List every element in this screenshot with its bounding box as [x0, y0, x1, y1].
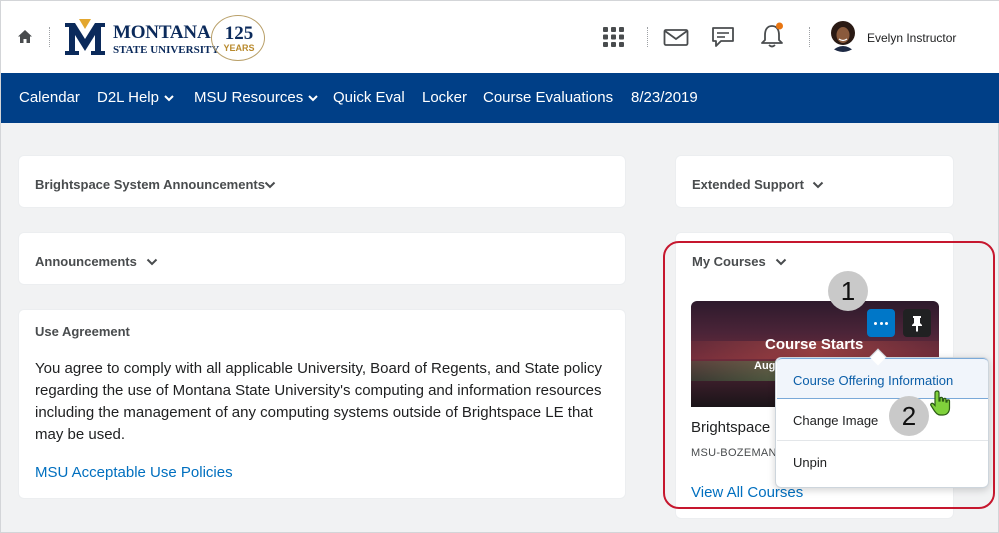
nav-label: Locker — [422, 89, 468, 106]
msu-m-logo-icon — [65, 19, 105, 55]
anniversary-word: YEARS — [223, 43, 255, 53]
annotation-highlight — [663, 241, 995, 509]
widget-announcements: Announcements — [18, 232, 626, 285]
widget-title[interactable]: Brightspace System Announcements — [35, 177, 265, 192]
nav-calendar[interactable]: Calendar — [19, 89, 80, 106]
top-header: MONTANA STATE UNIVERSITY 125 YEARS Evely… — [1, 1, 999, 73]
widget-title: Use Agreement — [35, 324, 130, 339]
widget-system-announcements: Brightspace System Announcements — [18, 155, 626, 208]
nav-label: 8/23/2019 — [631, 89, 698, 106]
nav-locker[interactable]: Locker — [422, 89, 467, 106]
navigation-bar: Calendar D2L Help MSU Resources Quick Ev… — [1, 73, 999, 123]
divider — [647, 27, 648, 47]
chevron-down-icon[interactable] — [146, 258, 158, 266]
user-photo-icon — [831, 21, 855, 52]
logo-line2: STATE UNIVERSITY — [113, 44, 220, 56]
user-name[interactable]: Evelyn Instructor — [867, 31, 956, 45]
use-agreement-text: You agree to comply with all applicable … — [35, 360, 602, 443]
chevron-down-icon — [164, 94, 174, 101]
nav-course-evaluations[interactable]: Course Evaluations — [483, 89, 613, 106]
nav-label: Course Evaluations — [483, 89, 614, 106]
anniversary-seal: 125 YEARS — [211, 15, 265, 61]
nav-msu-resources[interactable]: MSU Resources — [194, 89, 318, 106]
nav-label: Quick Eval — [333, 89, 405, 106]
nav-label: MSU Resources — [194, 89, 304, 106]
divider — [49, 27, 50, 47]
acceptable-use-link[interactable]: MSU Acceptable Use Policies — [35, 464, 233, 481]
anniversary-number: 125 — [224, 23, 254, 44]
logo-line1: MONTANA — [113, 22, 211, 43]
annotation-step-2: 2 — [889, 396, 929, 436]
nav-d2l-help[interactable]: D2L Help — [97, 89, 174, 106]
nav-label: Calendar — [19, 89, 80, 106]
hand-cursor-icon — [930, 390, 951, 416]
nav-date-link[interactable]: 8/23/2019 — [631, 89, 698, 106]
chevron-down-icon[interactable] — [264, 181, 276, 189]
waffle-icon[interactable] — [601, 25, 627, 49]
home-icon[interactable] — [17, 29, 33, 45]
nav-label: D2L Help — [97, 89, 159, 106]
chevron-down-icon — [308, 94, 318, 101]
bell-icon[interactable] — [759, 21, 785, 49]
widget-extended-support: Extended Support — [675, 155, 954, 208]
annotation-step-1: 1 — [828, 271, 868, 311]
divider — [809, 27, 810, 47]
widget-title[interactable]: Announcements — [35, 254, 137, 269]
mail-icon[interactable] — [663, 25, 689, 49]
chevron-down-icon[interactable] — [812, 181, 824, 189]
widget-title[interactable]: Extended Support — [692, 177, 804, 192]
nav-quick-eval[interactable]: Quick Eval — [333, 89, 405, 106]
widget-use-agreement: Use Agreement You agree to comply with a… — [18, 309, 626, 499]
avatar[interactable] — [827, 20, 859, 52]
chat-icon[interactable] — [710, 25, 736, 49]
